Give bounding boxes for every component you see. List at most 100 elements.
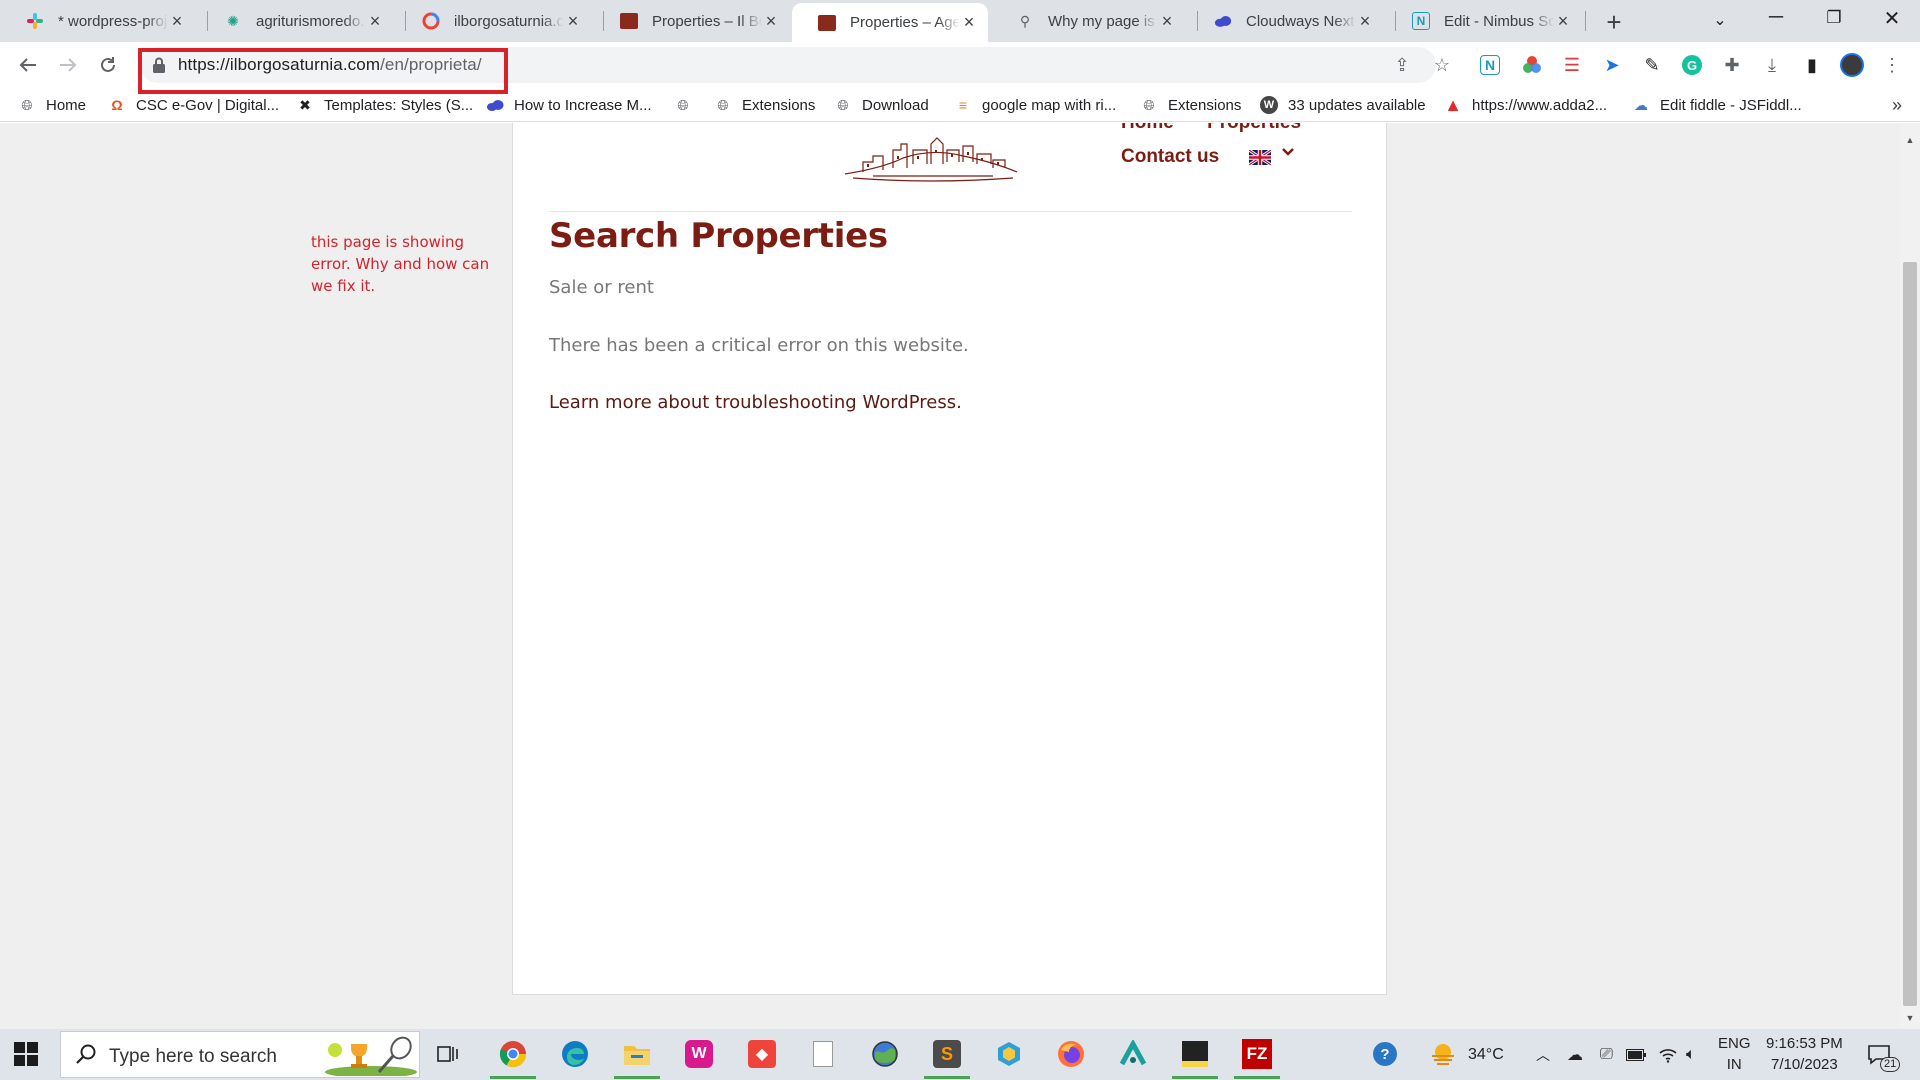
site-content-container: Home Properties Contact us Search Proper… bbox=[512, 123, 1387, 995]
file-explorer-icon[interactable] bbox=[620, 1037, 654, 1071]
share-icon[interactable]: ⇪ bbox=[1390, 53, 1414, 77]
bookmark-download[interactable]: 🌐︎ Download bbox=[834, 94, 928, 116]
tab-title: Cloudways Next-G bbox=[1246, 12, 1356, 30]
meet-camera-icon[interactable]: ⎚ bbox=[1600, 1029, 1613, 1080]
site-logo[interactable] bbox=[843, 128, 1019, 186]
wamp-icon[interactable]: W bbox=[682, 1037, 716, 1071]
windows-taskbar: Type here to search W ◆ S FZ ? 34°C ︿ ☁ … bbox=[0, 1029, 1920, 1080]
bookmark-star-icon[interactable]: ☆ bbox=[1430, 53, 1454, 77]
globe-app-icon[interactable] bbox=[868, 1037, 902, 1071]
clock-time: 9:16:53 PM bbox=[1766, 1035, 1843, 1052]
pen-extension-icon[interactable]: ✎ bbox=[1640, 53, 1664, 77]
bookmark-templates[interactable]: ✖ Templates: Styles (S... bbox=[296, 94, 473, 116]
bookmark-home[interactable]: 🌐︎ Home bbox=[18, 94, 86, 116]
close-icon[interactable]: × bbox=[1356, 11, 1374, 32]
system-clock[interactable]: 9:16:53 PM 7/10/2023 bbox=[1766, 1033, 1843, 1075]
tab-ilborgosaturnia[interactable]: ilborgosaturnia.co × bbox=[396, 0, 592, 42]
cloud-icon bbox=[486, 96, 504, 114]
tab-nimbus[interactable]: N Edit - Nimbus Scr × bbox=[1386, 0, 1582, 42]
grammarly-extension-icon[interactable]: G bbox=[1680, 53, 1704, 77]
battery-icon[interactable] bbox=[1626, 1029, 1646, 1080]
tab-wordpress-project[interactable]: * wordpress-proje × bbox=[0, 0, 196, 42]
close-icon[interactable]: × bbox=[762, 11, 780, 32]
anydesk-icon[interactable]: ◆ bbox=[745, 1037, 779, 1071]
bookmark-wp-updates[interactable]: W 33 updates available bbox=[1260, 94, 1426, 116]
nav-properties-link[interactable]: Properties bbox=[1207, 123, 1301, 133]
stack-extension-icon[interactable]: ☰ bbox=[1560, 53, 1584, 77]
csc-logo-icon: Ω bbox=[111, 97, 123, 113]
minimize-button[interactable]: ─ bbox=[1756, 6, 1796, 29]
puzzle-extensions-icon[interactable]: ✚ bbox=[1720, 53, 1744, 77]
new-tab-button[interactable]: + bbox=[1600, 7, 1628, 38]
bookmark-how-to-increase[interactable]: How to Increase M... bbox=[486, 94, 652, 116]
weather-sun-icon[interactable] bbox=[1426, 1037, 1460, 1071]
show-hidden-icons-chevron-icon[interactable]: ︿ bbox=[1536, 1029, 1550, 1080]
wifi-icon[interactable] bbox=[1658, 1029, 1678, 1080]
bookmark-label: Home bbox=[46, 96, 87, 114]
close-window-button[interactable]: ✕ bbox=[1872, 6, 1912, 31]
menu-kebab-icon[interactable]: ⋮ bbox=[1880, 53, 1904, 77]
bookmark-globe[interactable]: 🌐︎ bbox=[674, 94, 702, 116]
tab-search-chevron-icon[interactable]: ⌄ bbox=[1700, 10, 1740, 30]
chrome-icon[interactable] bbox=[496, 1037, 530, 1071]
notification-count-badge: 21 bbox=[1880, 1057, 1901, 1072]
volume-icon[interactable]: 🔈︎ bbox=[1686, 1029, 1696, 1080]
onedrive-cloud-icon[interactable]: ☁ bbox=[1567, 1029, 1583, 1080]
forward-button[interactable] bbox=[54, 51, 82, 79]
profile-avatar[interactable] bbox=[1840, 53, 1864, 77]
back-button[interactable] bbox=[14, 51, 42, 79]
edge-icon[interactable] bbox=[558, 1037, 592, 1071]
active-app-indicator bbox=[490, 1076, 536, 1079]
close-icon[interactable]: × bbox=[960, 12, 978, 33]
troubleshooting-link[interactable]: Learn more about troubleshooting WordPre… bbox=[549, 392, 962, 413]
sticky-notes-icon[interactable] bbox=[1178, 1037, 1212, 1071]
scrollbar-thumb[interactable] bbox=[1903, 262, 1917, 1006]
bookmark-google-map[interactable]: ≡ google map with ri... bbox=[954, 94, 1116, 116]
tab-why-my-page[interactable]: ⚲ Why my page is s × bbox=[990, 0, 1186, 42]
pointer-extension-icon[interactable]: ➤ bbox=[1600, 53, 1624, 77]
restore-button[interactable]: ❐ bbox=[1814, 8, 1854, 28]
taskbar-search-box[interactable]: Type here to search bbox=[60, 1031, 420, 1078]
close-icon[interactable]: × bbox=[366, 11, 384, 32]
slack-icon bbox=[26, 12, 44, 30]
tab-properties-il-borgo[interactable]: Properties – Il Bor × bbox=[594, 0, 790, 42]
close-icon[interactable]: × bbox=[564, 11, 582, 32]
bookmark-jsfiddle[interactable]: ☁ Edit fiddle - JSFiddl... bbox=[1632, 94, 1802, 116]
scroll-up-arrow-icon[interactable]: ▲ bbox=[1903, 135, 1917, 147]
nimbus-extension-icon[interactable]: N bbox=[1480, 55, 1500, 75]
arc-app-icon[interactable] bbox=[1116, 1037, 1150, 1071]
globe-icon: 🌐︎ bbox=[21, 96, 33, 113]
reload-button[interactable] bbox=[94, 51, 122, 79]
bookmark-csc-egov[interactable]: Ω CSC e-Gov | Digital... bbox=[108, 94, 279, 116]
bookmark-extensions[interactable]: 🌐︎ Extensions bbox=[714, 94, 815, 116]
bookmark-extensions-2[interactable]: 🌐︎ Extensions bbox=[1140, 94, 1241, 116]
scroll-down-arrow-icon[interactable]: ▼ bbox=[1903, 1013, 1917, 1025]
side-panel-icon[interactable]: ▮ bbox=[1800, 53, 1824, 77]
help-badge-icon[interactable]: ? bbox=[1368, 1037, 1402, 1071]
nav-home-link[interactable]: Home bbox=[1121, 123, 1174, 133]
firefox-icon[interactable] bbox=[1054, 1037, 1088, 1071]
bookmark-adda[interactable]: ▲ https://www.adda2... bbox=[1444, 94, 1607, 116]
language-dropdown-chevron-icon[interactable] bbox=[1281, 144, 1295, 162]
windows-start-icon[interactable] bbox=[14, 1042, 38, 1066]
sublime-text-icon[interactable]: S bbox=[930, 1037, 964, 1071]
tab-cloudways[interactable]: Cloudways Next-G × bbox=[1188, 0, 1384, 42]
close-icon[interactable]: × bbox=[168, 11, 186, 32]
uk-flag-icon[interactable] bbox=[1249, 150, 1271, 165]
language-indicator[interactable]: ENG IN bbox=[1718, 1033, 1751, 1075]
tab-properties-agency[interactable]: Properties – Agen × bbox=[792, 3, 988, 42]
notifications-icon[interactable]: 21 bbox=[1868, 1029, 1901, 1080]
task-view-icon[interactable] bbox=[431, 1037, 465, 1071]
color-picker-extension-icon[interactable] bbox=[1520, 53, 1544, 77]
download-icon[interactable]: ⤓ bbox=[1760, 53, 1784, 77]
close-icon[interactable]: × bbox=[1554, 11, 1572, 32]
blank-document-icon[interactable] bbox=[806, 1037, 840, 1071]
hexagon-app-icon[interactable] bbox=[992, 1037, 1026, 1071]
close-icon[interactable]: × bbox=[1158, 11, 1176, 32]
bookmarks-overflow-icon[interactable]: » bbox=[1892, 95, 1902, 116]
filezilla-icon[interactable]: FZ bbox=[1240, 1037, 1274, 1071]
nav-contact-link[interactable]: Contact us bbox=[1121, 146, 1219, 168]
search-placeholder: Type here to search bbox=[109, 1046, 277, 1067]
tab-agriturismoredo[interactable]: ✺ agriturismoredo.it × bbox=[198, 0, 394, 42]
weather-temperature[interactable]: 34°C bbox=[1468, 1029, 1504, 1080]
